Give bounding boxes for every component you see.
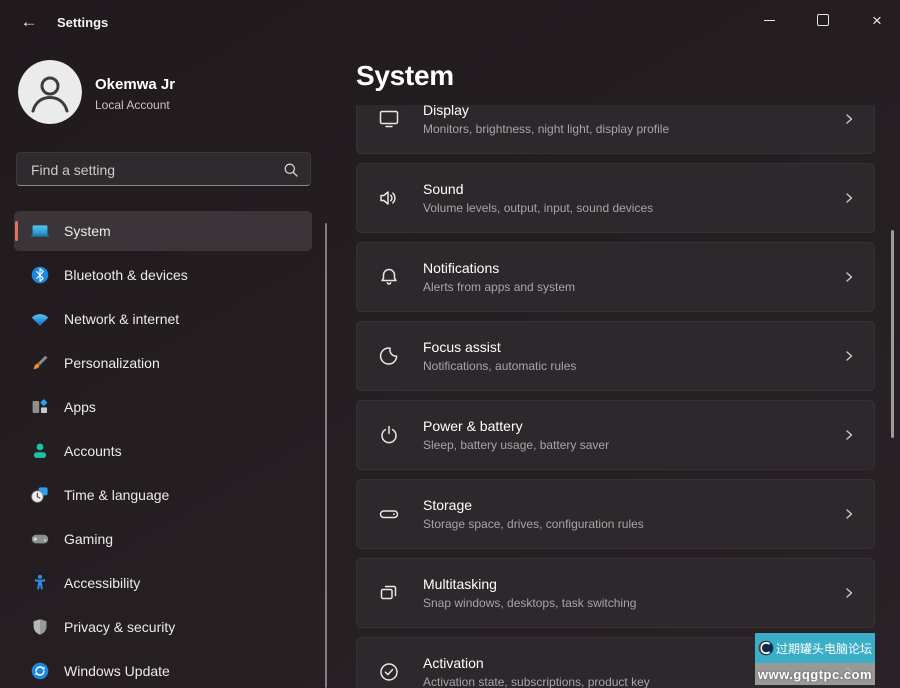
card-subtitle: Storage space, drives, configuration rul… bbox=[423, 517, 842, 531]
chevron-right-icon bbox=[842, 112, 856, 126]
close-button[interactable]: × bbox=[854, 0, 900, 40]
card-title: Storage bbox=[423, 497, 842, 513]
settings-window: ← Settings × Okemwa Jr Local Account bbox=[0, 0, 900, 688]
card-subtitle: Notifications, automatic rules bbox=[423, 359, 842, 373]
back-button[interactable]: ← bbox=[13, 7, 45, 37]
card-storage[interactable]: Storage Storage space, drives, configura… bbox=[356, 479, 875, 549]
apps-icon bbox=[30, 397, 50, 417]
titlebar: ← Settings × bbox=[0, 0, 900, 46]
sidebar-item-label: System bbox=[64, 223, 111, 239]
minimize-icon bbox=[764, 20, 775, 21]
sidebar-item-privacy-security[interactable]: Privacy & security bbox=[14, 607, 312, 647]
sidebar-item-label: Bluetooth & devices bbox=[64, 267, 188, 283]
card-title: Notifications bbox=[423, 260, 842, 276]
gaming-icon bbox=[30, 529, 50, 549]
watermark-url: www.gqgtpc.com bbox=[758, 667, 872, 682]
user-account-type: Local Account bbox=[95, 98, 170, 112]
card-display[interactable]: Display Monitors, brightness, night ligh… bbox=[356, 105, 875, 154]
multitasking-icon bbox=[377, 581, 403, 605]
sidebar-item-accounts[interactable]: Accounts bbox=[14, 431, 312, 471]
card-title: Focus assist bbox=[423, 339, 842, 355]
card-title: Sound bbox=[423, 181, 842, 197]
user-name: Okemwa Jr bbox=[95, 76, 175, 93]
sidebar-item-gaming[interactable]: Gaming bbox=[14, 519, 312, 559]
page-title: System bbox=[356, 60, 454, 92]
chevron-right-icon bbox=[842, 191, 856, 205]
sidebar-item-windows-update[interactable]: Windows Update bbox=[14, 651, 312, 688]
sidebar-nav: System Bluetooth & devices Network & int… bbox=[14, 211, 312, 688]
sidebar-item-apps[interactable]: Apps bbox=[14, 387, 312, 427]
avatar[interactable] bbox=[18, 60, 82, 124]
sidebar-item-accessibility[interactable]: Accessibility bbox=[14, 563, 312, 603]
sidebar-item-label: Privacy & security bbox=[64, 619, 175, 635]
bluetooth-icon bbox=[30, 265, 50, 285]
network-icon bbox=[30, 309, 50, 329]
card-title: Display bbox=[423, 105, 842, 118]
card-title: Multitasking bbox=[423, 576, 842, 592]
time-language-icon bbox=[30, 485, 50, 505]
sidebar-item-label: Network & internet bbox=[64, 311, 179, 327]
chevron-right-icon bbox=[842, 270, 856, 284]
system-icon bbox=[30, 221, 50, 241]
card-focus-assist[interactable]: Focus assist Notifications, automatic ru… bbox=[356, 321, 875, 391]
storage-icon bbox=[377, 502, 403, 526]
sidebar-item-label: Accessibility bbox=[64, 575, 140, 591]
privacy-icon bbox=[30, 617, 50, 637]
back-arrow-icon: ← bbox=[21, 12, 38, 31]
chevron-right-icon bbox=[842, 349, 856, 363]
card-subtitle: Snap windows, desktops, task switching bbox=[423, 596, 842, 610]
watermark-banner: 过期罐头电脑论坛 bbox=[755, 633, 875, 663]
sidebar-item-network-internet[interactable]: Network & internet bbox=[14, 299, 312, 339]
sound-icon bbox=[377, 186, 403, 210]
watermark-logo-icon bbox=[758, 637, 774, 659]
watermark: 过期罐头电脑论坛 www.gqgtpc.com bbox=[755, 633, 875, 685]
card-sound[interactable]: Sound Volume levels, output, input, soun… bbox=[356, 163, 875, 233]
windows-update-icon bbox=[30, 661, 50, 681]
sidebar-item-label: Accounts bbox=[64, 443, 122, 459]
close-icon: × bbox=[872, 12, 882, 29]
card-multitasking[interactable]: Multitasking Snap windows, desktops, tas… bbox=[356, 558, 875, 628]
maximize-icon bbox=[817, 14, 829, 26]
sidebar-item-label: Gaming bbox=[64, 531, 113, 547]
card-subtitle: Sleep, battery usage, battery saver bbox=[423, 438, 842, 452]
watermark-url-bar: www.gqgtpc.com bbox=[755, 663, 875, 685]
accessibility-icon bbox=[30, 573, 50, 593]
watermark-forum-name: 过期罐头电脑论坛 bbox=[776, 640, 872, 657]
card-subtitle: Monitors, brightness, night light, displ… bbox=[423, 122, 842, 136]
notifications-icon bbox=[377, 265, 403, 289]
personalization-icon bbox=[30, 353, 50, 373]
display-icon bbox=[377, 107, 403, 131]
activation-icon bbox=[377, 660, 403, 684]
search-box bbox=[16, 152, 311, 186]
search-icon[interactable] bbox=[283, 162, 299, 178]
settings-list: Display Monitors, brightness, night ligh… bbox=[356, 105, 893, 688]
card-title: Power & battery bbox=[423, 418, 842, 434]
sidebar-item-label: Windows Update bbox=[64, 663, 170, 679]
sidebar-item-time-language[interactable]: Time & language bbox=[14, 475, 312, 515]
main-scrollbar[interactable] bbox=[891, 230, 894, 438]
selection-indicator bbox=[15, 221, 18, 241]
focus-assist-icon bbox=[377, 344, 403, 368]
chevron-right-icon bbox=[842, 428, 856, 442]
window-controls: × bbox=[746, 0, 900, 40]
app-title: Settings bbox=[57, 15, 108, 30]
card-power-battery[interactable]: Power & battery Sleep, battery usage, ba… bbox=[356, 400, 875, 470]
sidebar-scrollbar[interactable] bbox=[325, 223, 327, 688]
chevron-right-icon bbox=[842, 507, 856, 521]
power-icon bbox=[377, 423, 403, 447]
sidebar-item-label: Apps bbox=[64, 399, 96, 415]
sidebar-item-label: Time & language bbox=[64, 487, 169, 503]
sidebar-item-label: Personalization bbox=[64, 355, 160, 371]
card-subtitle: Alerts from apps and system bbox=[423, 280, 842, 294]
maximize-button[interactable] bbox=[800, 0, 846, 40]
accounts-icon bbox=[30, 441, 50, 461]
card-notifications[interactable]: Notifications Alerts from apps and syste… bbox=[356, 242, 875, 312]
sidebar-item-personalization[interactable]: Personalization bbox=[14, 343, 312, 383]
minimize-button[interactable] bbox=[746, 0, 792, 40]
card-subtitle: Volume levels, output, input, sound devi… bbox=[423, 201, 842, 215]
sidebar-item-system[interactable]: System bbox=[14, 211, 312, 251]
search-input[interactable] bbox=[29, 153, 283, 187]
sidebar-item-bluetooth-devices[interactable]: Bluetooth & devices bbox=[14, 255, 312, 295]
chevron-right-icon bbox=[842, 586, 856, 600]
